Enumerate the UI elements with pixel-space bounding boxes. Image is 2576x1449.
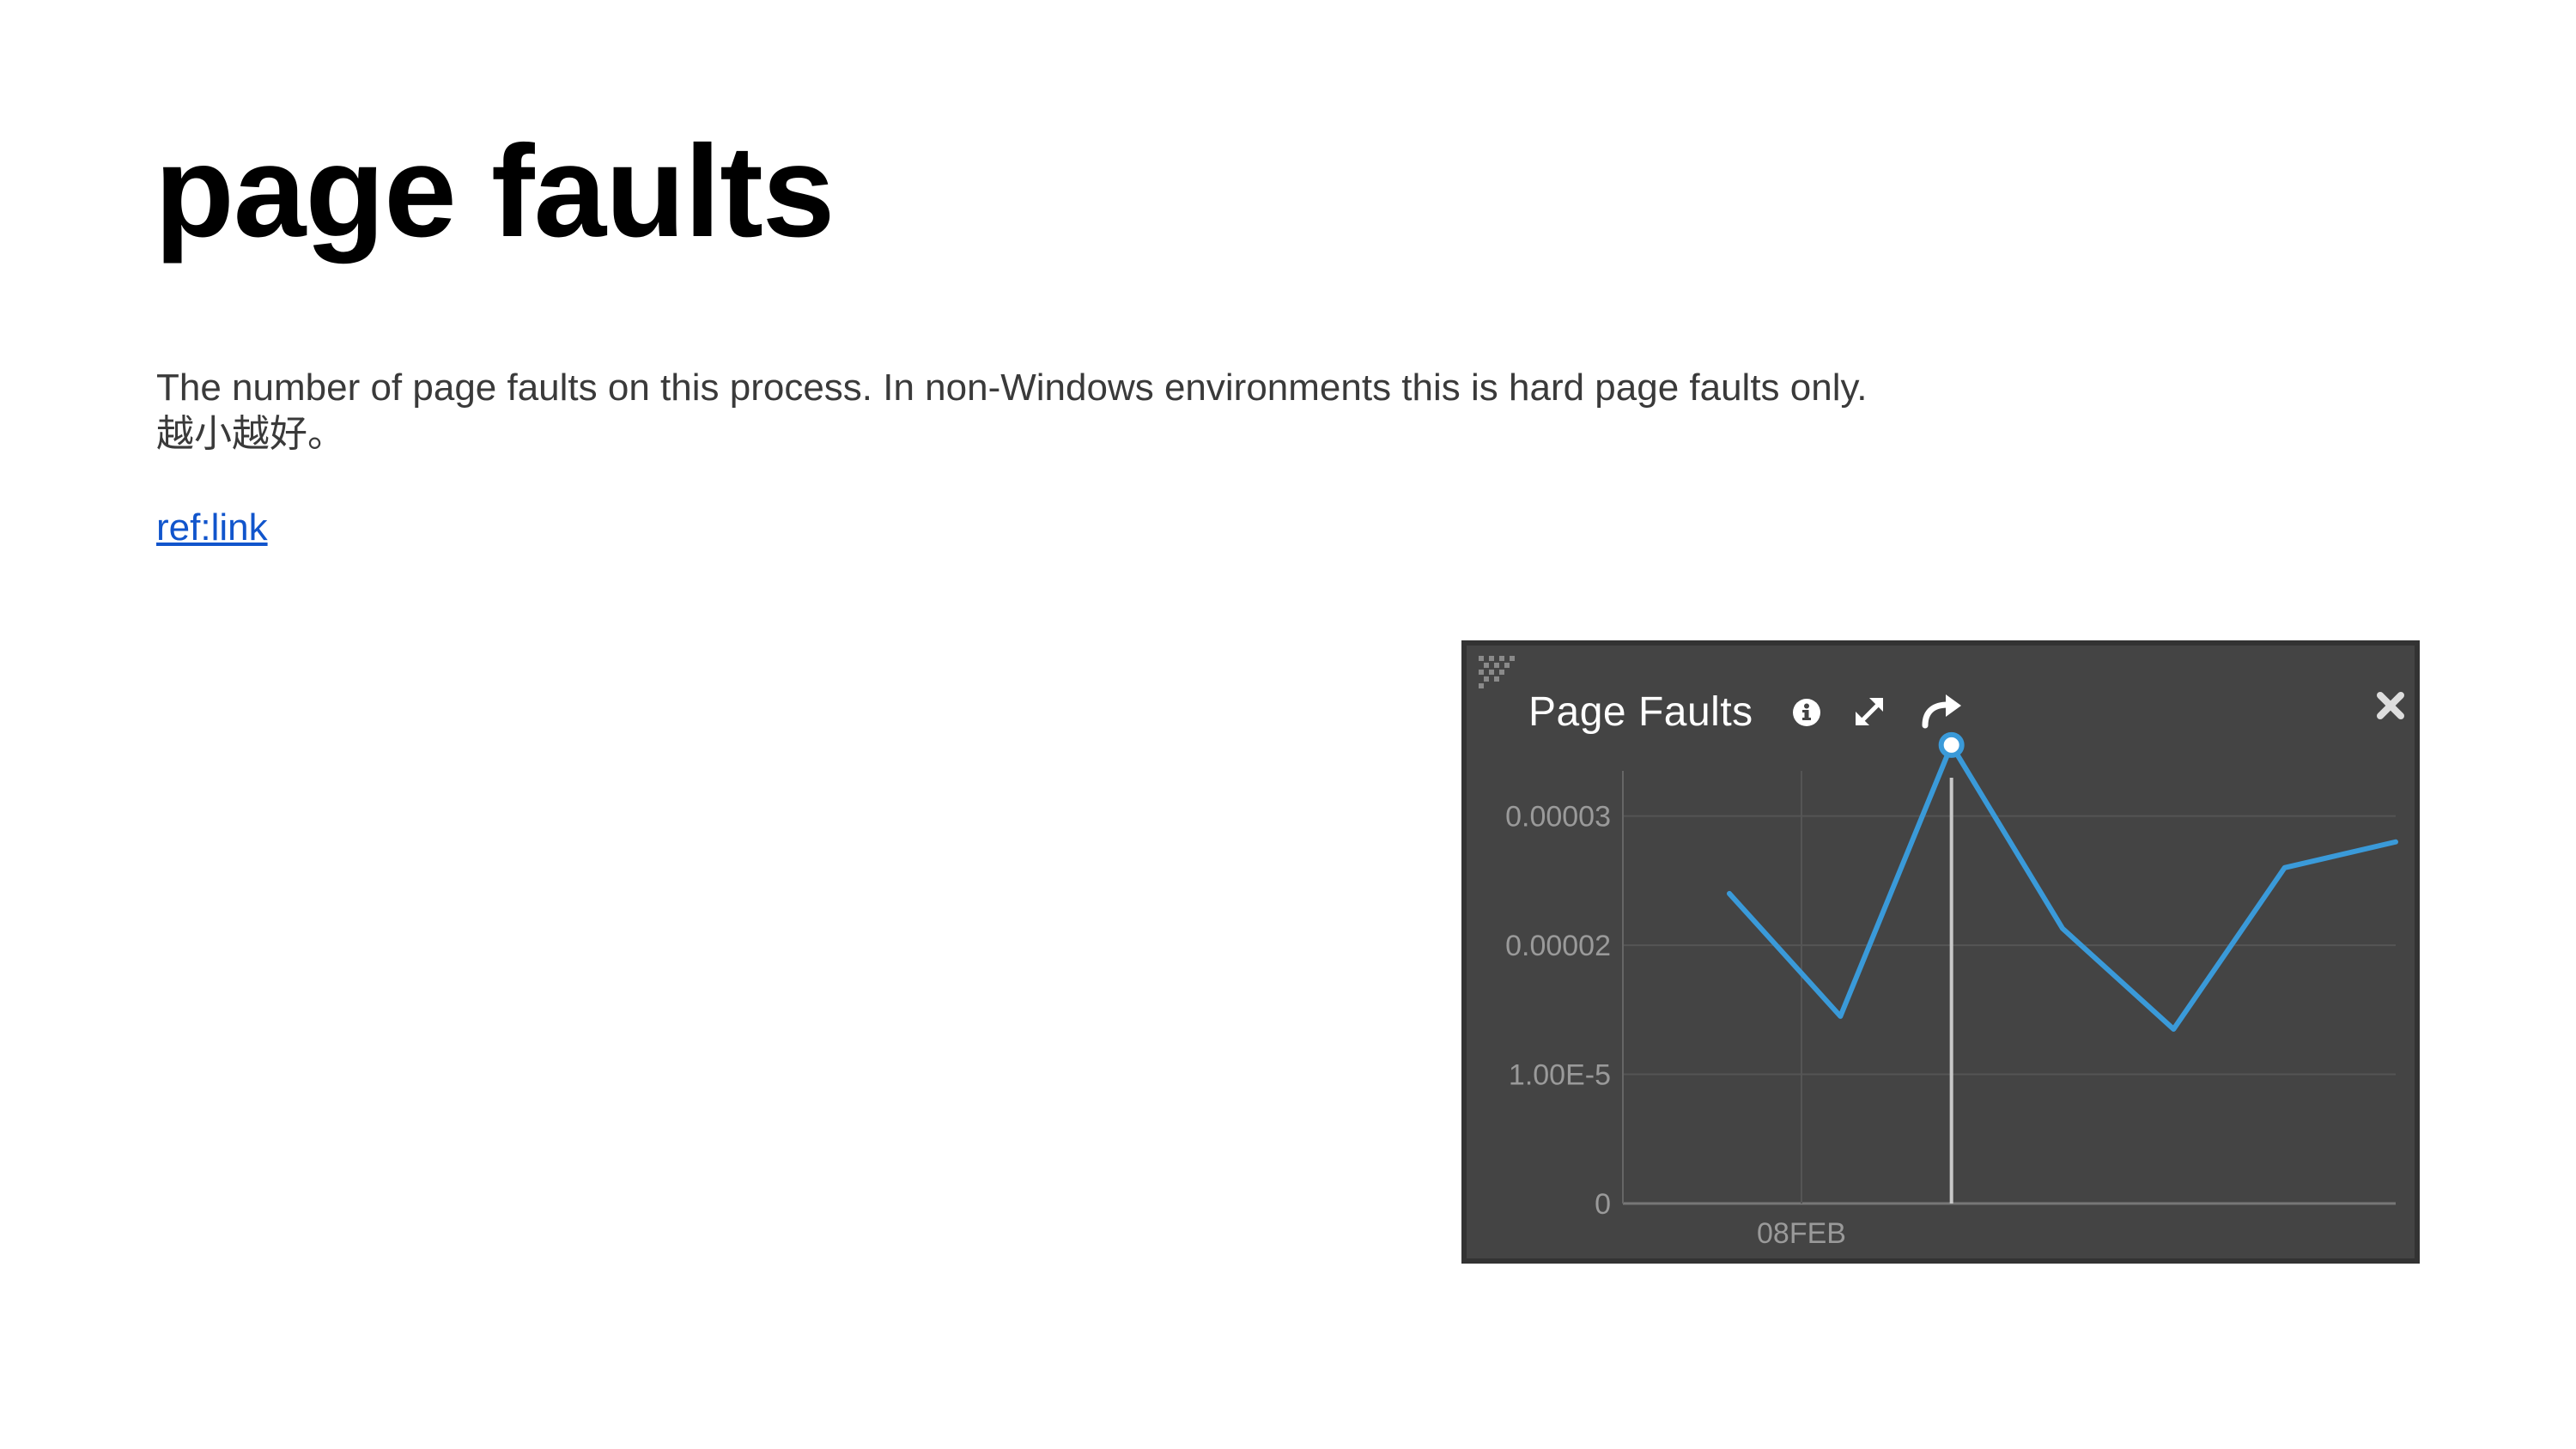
page-faults-widget: Page Faults 0.00003 0.00002 1.00E-5 0 08… bbox=[1461, 640, 2420, 1264]
page-title: page faults bbox=[155, 118, 835, 264]
hover-point[interactable] bbox=[1938, 731, 1965, 758]
description-line-1: The number of page faults on this proces… bbox=[156, 367, 1868, 409]
page-faults-chart: 0.00003 0.00002 1.00E-5 0 08FEB bbox=[1505, 731, 2398, 1250]
description: The number of page faults on this proces… bbox=[156, 365, 1867, 458]
y-tick-label: 0.00002 bbox=[1505, 930, 1611, 962]
ref-link[interactable]: ref:link bbox=[156, 506, 268, 549]
y-tick-label: 1.00E-5 bbox=[1509, 1059, 1611, 1092]
description-line-2: 越小越好。 bbox=[156, 413, 345, 455]
x-tick-label: 08FEB bbox=[1757, 1217, 1846, 1250]
y-tick-label: 0.00003 bbox=[1505, 801, 1611, 834]
y-tick-label: 0 bbox=[1595, 1188, 1611, 1221]
series-line bbox=[1727, 742, 2398, 1032]
